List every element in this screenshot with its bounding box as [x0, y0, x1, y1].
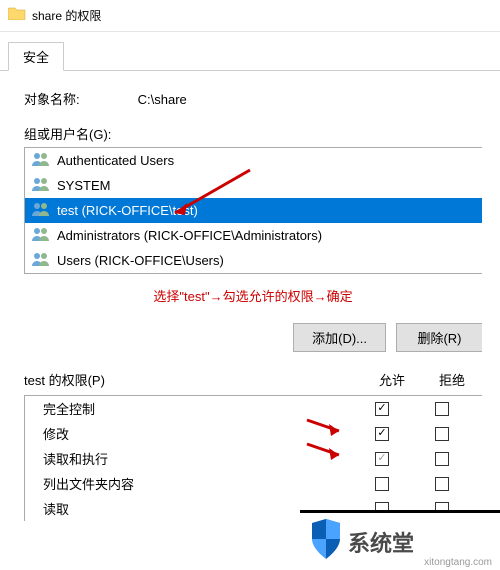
- instruction-note: 选择"test"→勾选允许的权限→确定: [24, 274, 482, 323]
- users-icon: [31, 226, 51, 245]
- tab-security[interactable]: 安全: [8, 42, 64, 71]
- user-item-label: test (RICK-OFFICE\test): [57, 203, 198, 218]
- permissions-header: test 的权限(P) 允许 拒绝: [24, 352, 482, 395]
- permission-row: 读取和执行: [25, 446, 482, 471]
- user-item-label: Users (RICK-OFFICE\Users): [57, 253, 224, 268]
- permissions-for-label: test 的权限(P): [24, 370, 362, 389]
- permission-row: 修改: [25, 421, 482, 446]
- user-list-item[interactable]: Authenticated Users: [25, 148, 482, 173]
- user-list-item[interactable]: test (RICK-OFFICE\test): [25, 198, 482, 223]
- object-name-label: 对象名称:: [24, 89, 134, 108]
- allow-checkbox[interactable]: [375, 402, 389, 416]
- deny-checkbox[interactable]: [435, 427, 449, 441]
- object-name-row: 对象名称: C:\share: [24, 83, 482, 124]
- shield-icon: [306, 517, 346, 566]
- users-icon: [31, 151, 51, 170]
- button-row: 添加(D)... 删除(R): [24, 323, 482, 352]
- deny-checkbox[interactable]: [435, 477, 449, 491]
- allow-checkbox[interactable]: [375, 452, 389, 466]
- allow-checkbox[interactable]: [375, 477, 389, 491]
- watermark-text: 系统堂: [348, 526, 414, 558]
- permissions-list: 完全控制修改读取和执行列出文件夹内容读取: [24, 395, 482, 521]
- watermark: 系统堂 xitongtang.com: [300, 510, 500, 570]
- titlebar: share 的权限: [0, 0, 500, 32]
- permission-label: 读取和执行: [35, 449, 352, 468]
- deny-checkbox[interactable]: [435, 402, 449, 416]
- permission-label: 完全控制: [35, 399, 352, 418]
- allow-column-header: 允许: [362, 370, 422, 389]
- allow-checkbox[interactable]: [375, 427, 389, 441]
- add-button[interactable]: 添加(D)...: [293, 323, 386, 352]
- folder-icon: [8, 6, 26, 25]
- tab-row: 安全: [0, 32, 500, 71]
- deny-column-header: 拒绝: [422, 370, 482, 389]
- window-title: share 的权限: [32, 7, 101, 24]
- remove-button[interactable]: 删除(R): [396, 323, 482, 352]
- user-list[interactable]: Authenticated Users SYSTEM test (RICK-OFFI…: [24, 147, 482, 274]
- user-list-item[interactable]: SYSTEM: [25, 173, 482, 198]
- user-item-label: SYSTEM: [57, 178, 110, 193]
- permission-label: 修改: [35, 424, 352, 443]
- permission-row: 列出文件夹内容: [25, 471, 482, 496]
- permission-row: 完全控制: [25, 396, 482, 421]
- user-item-label: Authenticated Users: [57, 153, 174, 168]
- users-icon: [31, 201, 51, 220]
- user-item-label: Administrators (RICK-OFFICE\Administrato…: [57, 228, 322, 243]
- permission-label: 列出文件夹内容: [35, 474, 352, 493]
- object-path: C:\share: [138, 92, 187, 107]
- watermark-url: xitongtang.com: [424, 557, 492, 568]
- users-icon: [31, 176, 51, 195]
- deny-checkbox[interactable]: [435, 452, 449, 466]
- user-list-item[interactable]: Users (RICK-OFFICE\Users): [25, 248, 482, 273]
- user-list-item[interactable]: Administrators (RICK-OFFICE\Administrato…: [25, 223, 482, 248]
- users-icon: [31, 251, 51, 270]
- group-users-label: 组或用户名(G):: [24, 124, 482, 147]
